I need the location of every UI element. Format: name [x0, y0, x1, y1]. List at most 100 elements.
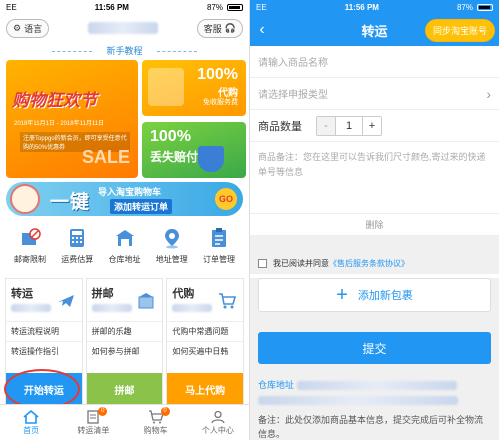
card-link-guide[interactable]: 转运操作指引	[6, 341, 82, 361]
boxes-icon	[136, 291, 156, 314]
blurred-subtitle	[172, 304, 213, 312]
headset-icon: 🎧	[224, 22, 236, 33]
card-link-faq[interactable]: 代购中常遇问题	[167, 321, 244, 341]
tab-label: 个人中心	[201, 426, 234, 435]
quantity-stepper: - 1 +	[316, 115, 382, 136]
tab-home[interactable]: 首页	[0, 405, 62, 440]
card-link-process[interactable]: 转运流程说明	[6, 321, 82, 341]
remark-text: 备注：此处仅添加商品基本信息，提交完成后可补全物流信息。	[258, 415, 484, 439]
tutorial-title: 新手教程	[0, 42, 249, 60]
tab-badge: 0	[160, 407, 170, 416]
shopping-festival-banner[interactable]: 购物狂欢节 2018年11月1日 - 2018年11月11日 注册Toppgo的…	[6, 60, 138, 178]
menu-item-freight[interactable]: 运费估算	[55, 226, 99, 276]
home-screen: EE 11:56 PM 87% ⚙ 语言 客服 🎧 新手教程 购物狂欢节 201…	[0, 0, 249, 440]
clipboard-icon	[197, 226, 241, 250]
banner2-big: 100%	[150, 128, 191, 145]
blurred-subtitle	[91, 304, 132, 312]
agree-checkbox[interactable]	[258, 258, 267, 268]
delete-button[interactable]: 删除	[250, 214, 499, 236]
info-section: 仓库地址 备注：此处仅添加商品基本信息，提交完成后可补全物流信息。	[250, 370, 499, 440]
status-bar: EE 11:56 PM 87%	[250, 0, 499, 14]
decrement-button[interactable]: -	[317, 116, 335, 135]
import-line1: 导入淘宝购物车	[98, 187, 162, 197]
language-button[interactable]: ⚙ 语言	[6, 18, 50, 38]
airplane-icon	[56, 291, 76, 314]
service-button[interactable]: 客服 🎧	[196, 18, 243, 38]
quantity-label: 商品数量	[258, 120, 302, 133]
spacer	[250, 236, 499, 252]
agree-text: 我已阅读并同意	[273, 258, 329, 268]
go-badge: GO	[215, 188, 237, 210]
tab-transship-list[interactable]: 0 转运清单	[62, 405, 124, 440]
blurred-address	[296, 381, 457, 391]
card-link-join[interactable]: 如何参与拼邮	[86, 341, 163, 361]
chevron-right-icon: ›	[486, 85, 491, 102]
terms-link[interactable]: 《售后服务条款协议》	[329, 258, 409, 269]
card-link-fun[interactable]: 拼邮的乐趣	[86, 321, 163, 341]
menu-item-orders[interactable]: 订单管理	[197, 226, 241, 276]
quantity-value[interactable]: 1	[335, 116, 363, 135]
card-link-buy[interactable]: 如何买遍中日韩	[167, 341, 244, 361]
plus-icon: +	[336, 283, 348, 306]
cart-icon	[217, 291, 237, 314]
battery-text: 87%	[456, 2, 473, 12]
tab-label: 购物车	[143, 426, 168, 435]
home-icon	[0, 409, 62, 425]
battery-icon	[477, 3, 493, 11]
transship-screen: EE 11:56 PM 87% ‹ 转运 同步淘宝账号 请输入商品名称 请选择申…	[250, 0, 499, 440]
agreement-row: 我已阅读并同意 《售后服务条款协议》	[250, 252, 499, 274]
import-big: 一键	[50, 192, 91, 213]
add-package-button[interactable]: + 添加新包裹	[258, 278, 491, 312]
promo-banners: 购物狂欢节 2018年11月1日 - 2018年11月11日 注册Toppgo的…	[6, 60, 246, 178]
battery-icon	[227, 3, 243, 11]
import-line2: 添加转运订单	[110, 199, 173, 214]
home-header: ⚙ 语言 客服 🎧	[0, 14, 249, 42]
menu-item-address[interactable]: 地址管理	[150, 226, 194, 276]
card-purchase: 代购 代购中常遇问题 如何买遍中日韩 马上代购	[166, 278, 245, 406]
tab-cart[interactable]: 0 购物车	[125, 405, 187, 440]
menu-item-restrictions[interactable]: 邮寄限制	[8, 226, 52, 276]
service-cards: 转运 转运流程说明 转运操作指引 开始转运 拼邮 拼邮的乐趣 如何参与拼邮 拼邮…	[0, 278, 249, 409]
menu-label: 仓库地址	[108, 255, 141, 264]
buy-now-button[interactable]: 马上代购	[167, 373, 244, 405]
cart-icon	[125, 409, 187, 425]
loss-compensation-banner[interactable]: 100% 丢失赔付	[142, 122, 246, 178]
declare-type-placeholder: 请选择申报类型	[258, 90, 328, 101]
sync-taobao-button[interactable]: 同步淘宝账号	[424, 19, 495, 42]
warehouse-label[interactable]: 仓库地址	[258, 380, 294, 390]
prohibited-box-icon	[8, 226, 52, 250]
note-textarea[interactable]: 商品备注：您在这里可以告诉我们尺寸颜色,寄过来的快递单号等信息	[250, 142, 499, 214]
status-time: 11:56 PM	[344, 2, 379, 12]
menu-label: 订单管理	[203, 255, 235, 264]
group-ship-button[interactable]: 拼邮	[86, 373, 163, 405]
quantity-row: 商品数量 - 1 +	[250, 110, 499, 142]
status-time: 11:56 PM	[94, 2, 129, 12]
chevron-left-icon[interactable]: ‹	[250, 21, 274, 39]
shield-icon	[198, 146, 224, 172]
add-package-label: 添加新包裹	[357, 290, 413, 302]
taobao-import-banner[interactable]: 一键 导入淘宝购物车 添加转运订单 GO	[6, 182, 243, 216]
submit-button[interactable]: 提交	[258, 332, 491, 364]
carrier-label: EE	[256, 2, 267, 12]
person-icon	[187, 409, 249, 425]
nav-bar: ‹ 转运 同步淘宝账号	[250, 14, 499, 46]
language-label: 语言	[24, 23, 43, 34]
banner1-line2: 免收服务费	[203, 99, 238, 106]
carrier-label: EE	[6, 2, 17, 12]
service-label: 客服	[203, 23, 222, 34]
product-name-input[interactable]: 请输入商品名称	[250, 46, 499, 78]
menu-item-warehouse[interactable]: 仓库地址	[103, 226, 147, 276]
status-bar: EE 11:56 PM 87%	[0, 0, 249, 14]
banner1-big: 100%	[197, 66, 238, 83]
declare-type-select[interactable]: 请选择申报类型 ›	[250, 78, 499, 110]
warehouse-icon	[103, 226, 147, 250]
product-name-placeholder: 请输入商品名称	[258, 58, 328, 69]
spacer	[250, 312, 499, 332]
mascot-icon	[10, 184, 40, 214]
increment-button[interactable]: +	[363, 117, 381, 135]
quick-menu: 邮寄限制 运费估算 仓库地址 地址管理 订单管理	[0, 216, 249, 276]
festival-title: 购物狂欢节	[12, 91, 97, 110]
tab-profile[interactable]: 个人中心	[187, 405, 249, 440]
purchase-free-banner[interactable]: 100% 代购 免收服务费	[142, 60, 246, 116]
location-pin-icon	[150, 226, 194, 250]
